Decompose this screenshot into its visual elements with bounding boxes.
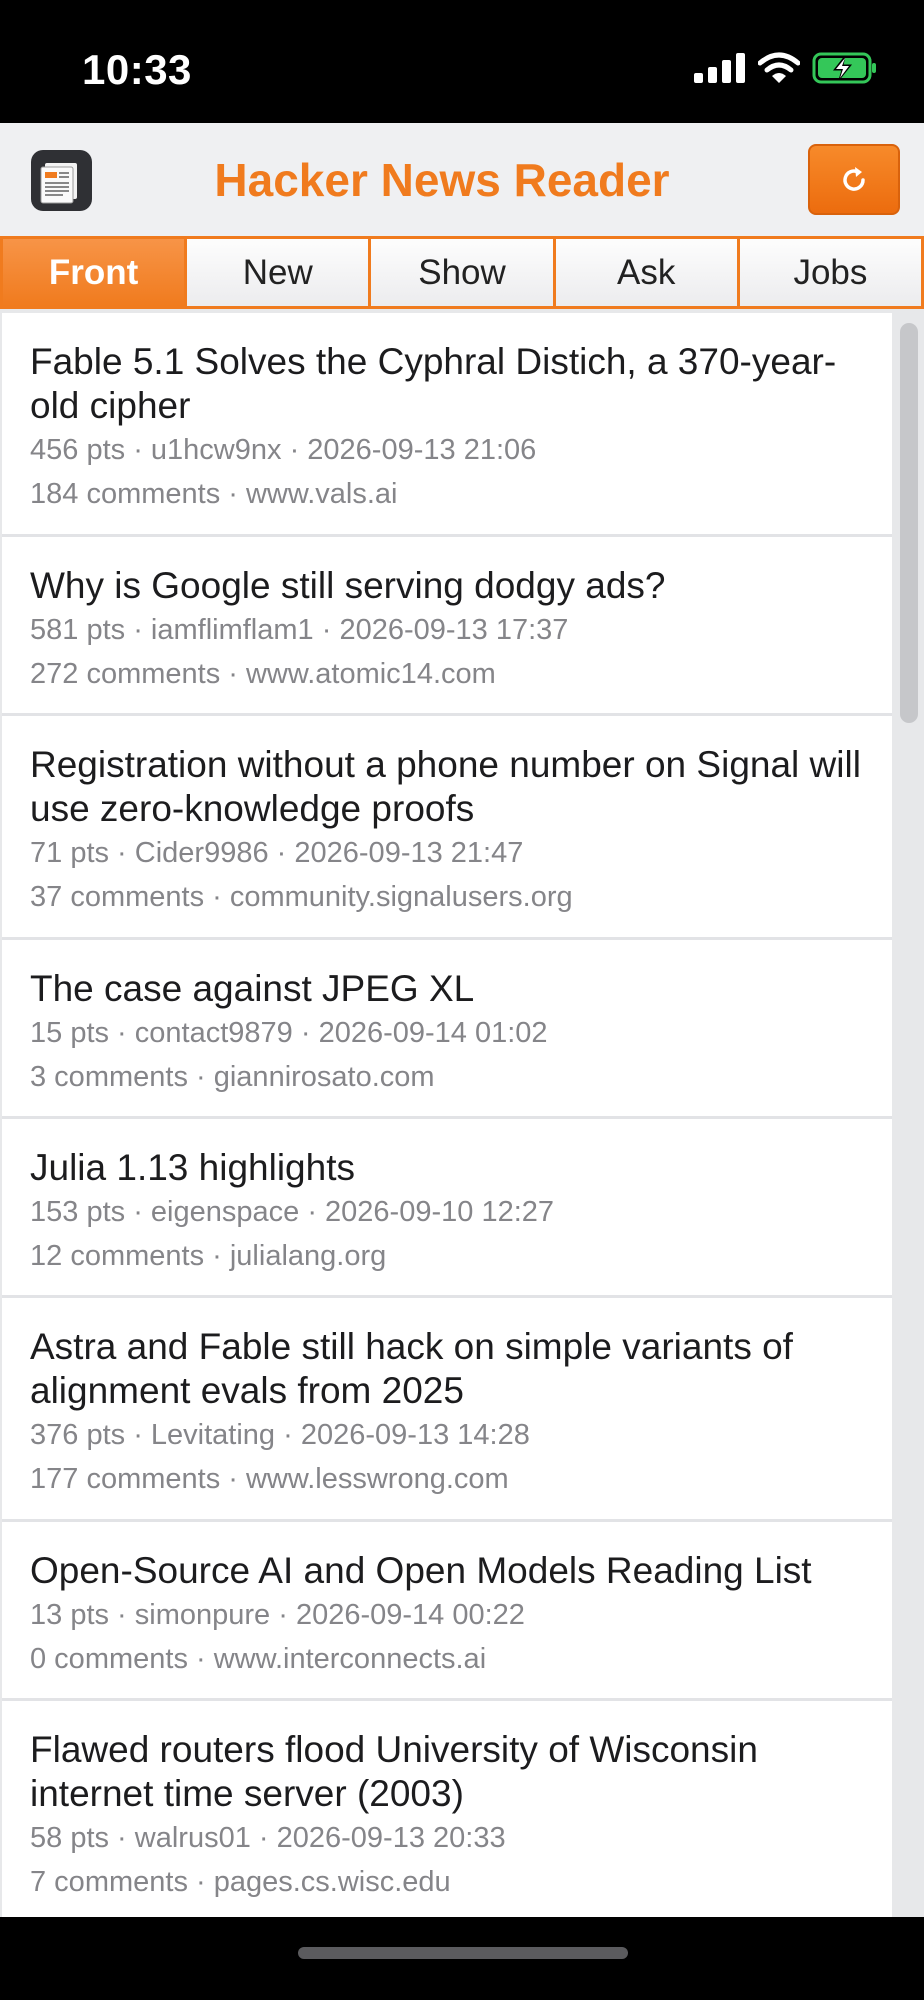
story-meta: 456 pts · u1hcw9nx · 2026-09-13 21:06 [30,434,537,466]
story-meta: 71 pts · Cider9986 · 2026-09-13 21:47 [30,837,524,869]
story-domain: pages.cs.wisc.edu [213,1866,451,1898]
story-item[interactable]: Astra and Fable still hack on simple var… [2,1298,892,1522]
cellular-signal-icon [694,53,745,83]
status-time: 10:33 [82,46,192,93]
story-points: 15 pts [30,1017,109,1049]
story-time: 2026-09-10 12:27 [325,1196,555,1228]
story-comments[interactable]: 184 comments [30,478,220,510]
story-domain: www.atomic14.com [245,658,496,690]
battery-charging-icon [812,52,876,84]
story-item[interactable]: The case against JPEG XL 15 pts · contac… [2,940,892,1119]
story-meta-2: 272 comments · www.atomic14.com [30,658,496,690]
status-icons [694,52,878,84]
story-time: 2026-09-13 14:28 [300,1419,530,1451]
story-points: 456 pts [30,434,126,466]
story-item[interactable]: Open-Source AI and Open Models Reading L… [2,1522,892,1701]
story-meta: 15 pts · contact9879 · 2026-09-14 01:02 [30,1017,548,1049]
story-user[interactable]: iamflimflam1 [151,614,314,646]
story-comments[interactable]: 7 comments [30,1866,188,1898]
story-domain: www.interconnects.ai [213,1643,487,1675]
story-user[interactable]: u1hcw9nx [151,434,282,466]
app-title: Hacker News Reader [214,154,670,206]
story-title[interactable]: Flawed routers flood University of Wisco… [30,1728,872,1816]
story-comments[interactable]: 0 comments [30,1643,188,1675]
tab-bar: Front New Show Ask Jobs [0,236,924,309]
story-points: 376 pts [30,1419,126,1451]
story-meta: 581 pts · iamflimflam1 · 2026-09-13 17:3… [30,614,569,646]
story-points: 13 pts [30,1599,109,1631]
story-points: 58 pts [30,1822,109,1854]
story-time: 2026-09-13 20:33 [276,1822,506,1854]
story-time: 2026-09-13 21:47 [294,837,524,869]
story-meta-2: 3 comments · giannirosato.com [30,1061,435,1093]
wifi-icon [758,52,800,83]
refresh-icon [843,166,865,191]
refresh-button[interactable] [808,144,900,215]
story-comments[interactable]: 272 comments [30,658,220,690]
story-meta-2: 37 comments · community.signalusers.org [30,881,573,913]
story-domain: giannirosato.com [213,1061,435,1093]
scrollbar[interactable] [900,317,918,1917]
story-points: 581 pts [30,614,126,646]
status-bar: 10:33 [0,0,924,123]
story-user[interactable]: simonpure [135,1599,270,1631]
story-item[interactable]: Registration without a phone number on S… [2,716,892,940]
story-user[interactable]: Cider9986 [135,837,269,869]
story-comments[interactable]: 3 comments [30,1061,188,1093]
story-title[interactable]: Why is Google still serving dodgy ads? [30,564,872,608]
story-user[interactable]: walrus01 [135,1822,251,1854]
story-user[interactable]: contact9879 [135,1017,293,1049]
story-domain: www.vals.ai [245,478,398,510]
story-item[interactable]: Fable 5.1 Solves the Cyphral Distich, a … [2,313,892,537]
story-meta: 13 pts · simonpure · 2026-09-14 00:22 [30,1599,525,1631]
story-user[interactable]: eigenspace [151,1196,299,1228]
story-title[interactable]: Registration without a phone number on S… [30,743,872,831]
home-indicator[interactable] [298,1947,628,1959]
story-comments[interactable]: 37 comments [30,881,204,913]
story-meta-2: 184 comments · www.vals.ai [30,478,398,510]
story-time: 2026-09-14 00:22 [295,1599,525,1631]
story-time: 2026-09-13 17:37 [339,614,569,646]
story-meta-2: 7 comments · pages.cs.wisc.edu [30,1866,451,1898]
story-item[interactable]: Julia 1.13 highlights 153 pts · eigenspa… [2,1119,892,1298]
story-title[interactable]: Astra and Fable still hack on simple var… [30,1325,872,1413]
story-comments[interactable]: 177 comments [30,1463,220,1495]
story-points: 153 pts [30,1196,126,1228]
tab-show[interactable]: Show [371,239,553,306]
story-item[interactable]: Flawed routers flood University of Wisco… [2,1701,892,1917]
tab-jobs[interactable]: Jobs [739,239,922,306]
story-time: 2026-09-13 21:06 [307,434,537,466]
app-header: Hacker News Reader [0,123,924,236]
story-title[interactable]: Fable 5.1 Solves the Cyphral Distich, a … [30,340,872,428]
home-bar-area [0,1917,924,2000]
story-meta: 376 pts · Levitating · 2026-09-13 14:28 [30,1419,530,1451]
story-list: Fable 5.1 Solves the Cyphral Distich, a … [2,313,892,1917]
newspaper-app-icon [31,150,92,211]
story-item[interactable]: Why is Google still serving dodgy ads? 5… [2,537,892,716]
story-meta: 58 pts · walrus01 · 2026-09-13 20:33 [30,1822,506,1854]
story-feed[interactable]: Fable 5.1 Solves the Cyphral Distich, a … [0,309,924,1917]
story-comments[interactable]: 12 comments [30,1240,204,1272]
tab-new[interactable]: New [187,239,369,306]
phone-screen: 10:33 Hacker News Reader Front New Show … [0,0,924,2000]
story-title[interactable]: The case against JPEG XL [30,967,872,1011]
story-title[interactable]: Julia 1.13 highlights [30,1146,872,1190]
tab-ask[interactable]: Ask [555,239,737,306]
story-time: 2026-09-14 01:02 [318,1017,548,1049]
story-meta-2: 12 comments · julialang.org [30,1240,387,1272]
story-points: 71 pts [30,837,109,869]
tab-front[interactable]: Front [3,239,185,306]
story-title[interactable]: Open-Source AI and Open Models Reading L… [30,1549,872,1593]
story-user[interactable]: Levitating [151,1419,275,1451]
story-meta: 153 pts · eigenspace · 2026-09-10 12:27 [30,1196,555,1228]
story-meta-2: 0 comments · www.interconnects.ai [30,1643,487,1675]
story-domain: community.signalusers.org [229,881,573,913]
story-domain: www.lesswrong.com [245,1463,509,1495]
story-meta-2: 177 comments · www.lesswrong.com [30,1463,509,1495]
story-domain: julialang.org [229,1240,387,1272]
scrollbar-thumb[interactable] [900,323,918,723]
